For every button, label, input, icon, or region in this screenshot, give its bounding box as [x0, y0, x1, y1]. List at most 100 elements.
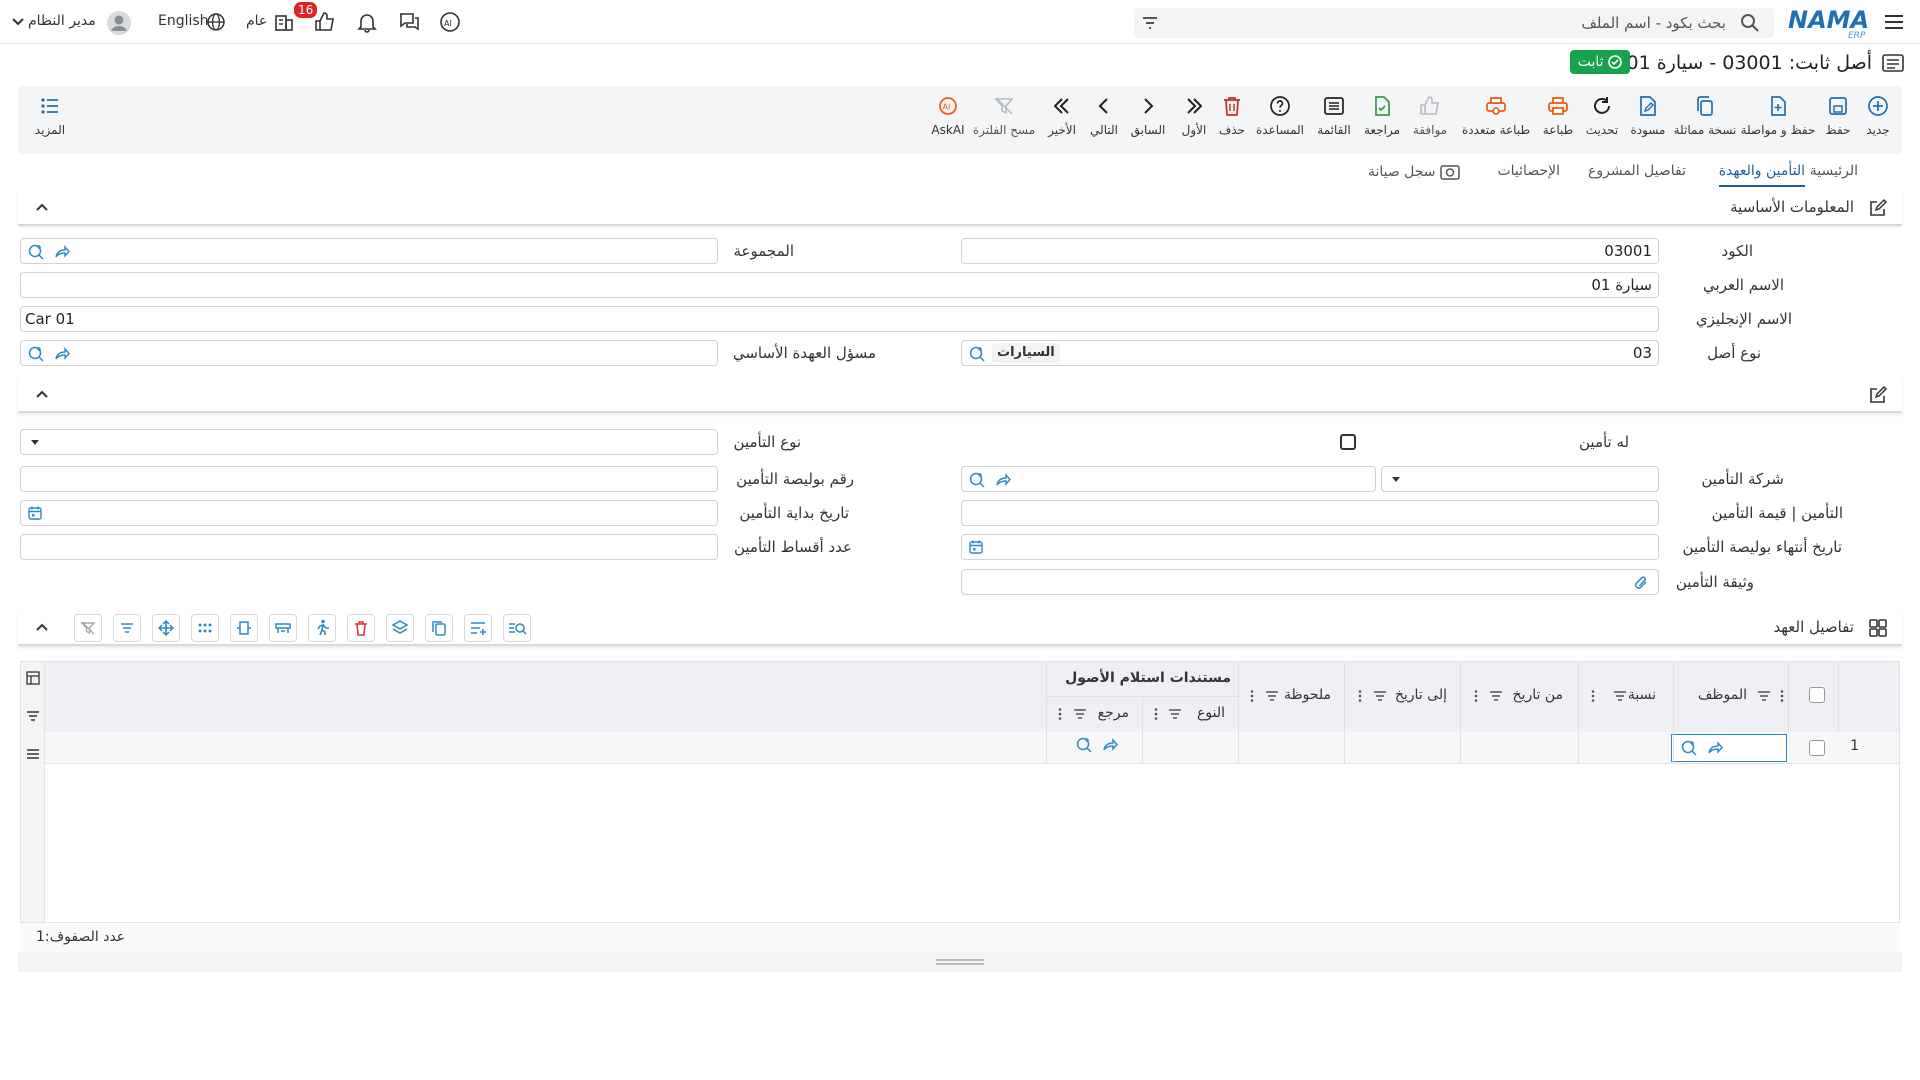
col-employee[interactable]: الموظف	[1698, 687, 1747, 703]
review-button[interactable]: مراجعة	[1360, 94, 1404, 137]
col-to-date[interactable]: إلى تاريخ	[1395, 687, 1447, 703]
column-menu-icon[interactable]	[1153, 707, 1159, 721]
column-filter-icon[interactable]	[1613, 689, 1627, 703]
reference-search-plus-icon[interactable]	[1075, 736, 1093, 754]
tab-insurance-custody[interactable]: التأمين والعهدة	[1718, 163, 1805, 187]
chevron-up-icon[interactable]	[34, 387, 50, 403]
calendar-icon[interactable]	[27, 505, 43, 521]
select-all-checkbox[interactable]	[1809, 687, 1825, 703]
share-icon[interactable]	[53, 345, 71, 363]
column-menu-icon[interactable]	[1779, 689, 1785, 703]
column-filter-icon[interactable]	[1168, 707, 1182, 721]
insurance-type-select[interactable]	[20, 429, 718, 455]
column-filter-icon[interactable]	[1265, 689, 1279, 703]
chevron-up-icon[interactable]	[34, 200, 50, 216]
search-plus-icon[interactable]	[968, 345, 986, 363]
share-icon[interactable]	[53, 243, 71, 261]
col-from-date[interactable]: من تاريخ	[1513, 687, 1563, 703]
print-button[interactable]: طباعة	[1538, 94, 1578, 137]
search-plus-icon[interactable]	[968, 471, 986, 489]
has-insurance-checkbox[interactable]	[1340, 434, 1356, 450]
grid-add-row-button[interactable]	[464, 614, 492, 642]
column-filter-icon[interactable]	[1489, 689, 1503, 703]
save-continue-button[interactable]: حفظ و مواصلة	[1740, 94, 1816, 137]
column-filter-icon[interactable]	[1073, 707, 1087, 721]
globe-icon[interactable]	[206, 12, 230, 36]
chevron-up-icon[interactable]	[34, 620, 50, 636]
group-field[interactable]	[20, 238, 718, 264]
search-placeholder[interactable]: بحث بكود - اسم الملف	[1581, 14, 1726, 32]
insurance-start-date-field[interactable]	[20, 500, 718, 526]
table-columns-icon[interactable]	[25, 670, 41, 686]
insurance-value-field[interactable]	[961, 500, 1659, 526]
menu-lines-icon[interactable]	[25, 746, 41, 762]
grid-search-button[interactable]	[503, 614, 531, 642]
grid-layers-button[interactable]	[386, 614, 414, 642]
grid-filter-button[interactable]	[113, 614, 141, 642]
thumbs-up-icon[interactable]	[313, 10, 337, 34]
code-field[interactable]: 03001	[961, 238, 1659, 264]
table-row[interactable]: 1	[45, 732, 1899, 764]
ai-chat-icon[interactable]: AI	[438, 10, 462, 34]
search-icon[interactable]	[1740, 13, 1760, 33]
user-name[interactable]: مدير النظام	[28, 13, 96, 29]
calendar-icon[interactable]	[968, 539, 984, 555]
bell-icon[interactable]	[355, 10, 379, 34]
col-reference[interactable]: مرجع	[1098, 705, 1129, 721]
language-switch[interactable]: English	[158, 13, 209, 29]
tab-statistics[interactable]: الإحصائيات	[1497, 163, 1560, 179]
duplicate-button[interactable]: نسخة مماثلة	[1672, 94, 1738, 137]
chevron-down-icon[interactable]	[10, 14, 34, 38]
company-label[interactable]: عام	[246, 13, 267, 29]
draft-button[interactable]: مسودة	[1626, 94, 1670, 137]
search-plus-icon[interactable]	[1680, 739, 1698, 757]
policy-end-date-field[interactable]	[961, 534, 1659, 560]
tab-project-details[interactable]: تفاصيل المشروع	[1588, 163, 1686, 179]
column-filter-icon[interactable]	[1757, 689, 1771, 703]
askai-button[interactable]: AI AskAI	[926, 94, 970, 137]
grid-run-button[interactable]	[308, 614, 336, 642]
column-menu-icon[interactable]	[1590, 689, 1596, 703]
hamburger-menu-icon[interactable]	[1882, 10, 1906, 34]
arabic-name-field[interactable]: سيارة 01	[20, 272, 1659, 298]
col-ratio[interactable]: نسبة	[1628, 687, 1656, 703]
grid-dots-button[interactable]	[191, 614, 219, 642]
multi-print-button[interactable]: طباعة متعددة	[1456, 94, 1536, 137]
english-name-field[interactable]: Car 01	[20, 306, 1659, 332]
column-menu-icon[interactable]	[1357, 689, 1363, 703]
column-menu-icon[interactable]	[1249, 689, 1255, 703]
insurance-section-header[interactable]	[18, 377, 1902, 413]
user-avatar-icon[interactable]	[106, 10, 131, 35]
search-filter-icon[interactable]	[1140, 13, 1160, 33]
previous-button[interactable]: السابق	[1128, 94, 1168, 137]
grid-move-button[interactable]	[152, 614, 180, 642]
search-plus-icon[interactable]	[27, 243, 45, 261]
share-icon[interactable]	[1706, 739, 1724, 757]
reference-share-icon[interactable]	[1101, 736, 1119, 754]
policy-number-field[interactable]	[20, 466, 718, 492]
insurance-company-field[interactable]	[961, 466, 1376, 492]
list-button[interactable]: القائمة	[1312, 94, 1356, 137]
basic-info-section-header[interactable]: المعلومات الأساسية	[18, 190, 1902, 226]
col-type[interactable]: النوع	[1197, 705, 1225, 721]
grid-delete-row-button[interactable]	[347, 614, 375, 642]
more-button[interactable]: المزيد	[28, 94, 72, 137]
building-icon[interactable]	[272, 10, 296, 34]
tab-main[interactable]: الرئيسية	[1810, 163, 1858, 179]
share-icon[interactable]	[994, 471, 1012, 489]
asset-type-field[interactable]: 03 السيارات	[961, 340, 1659, 366]
insurance-company-select[interactable]	[1381, 466, 1659, 492]
col-note[interactable]: ملحوظة	[1284, 687, 1331, 703]
grid-table-button[interactable]	[269, 614, 297, 642]
next-button[interactable]: التالي	[1086, 94, 1122, 137]
paperclip-icon[interactable]	[1632, 574, 1650, 592]
drag-handle-icon[interactable]	[936, 958, 984, 966]
tab-maintenance-log[interactable]: سجل صيانة	[1368, 163, 1466, 181]
employee-cell-editor[interactable]	[1671, 734, 1787, 762]
filter-icon[interactable]	[25, 708, 41, 724]
installments-field[interactable]	[20, 534, 718, 560]
custody-owner-field[interactable]	[20, 340, 718, 366]
last-button[interactable]: الأخير	[1044, 94, 1080, 137]
resize-bar[interactable]	[18, 952, 1902, 972]
delete-button[interactable]: حذف	[1216, 94, 1248, 137]
